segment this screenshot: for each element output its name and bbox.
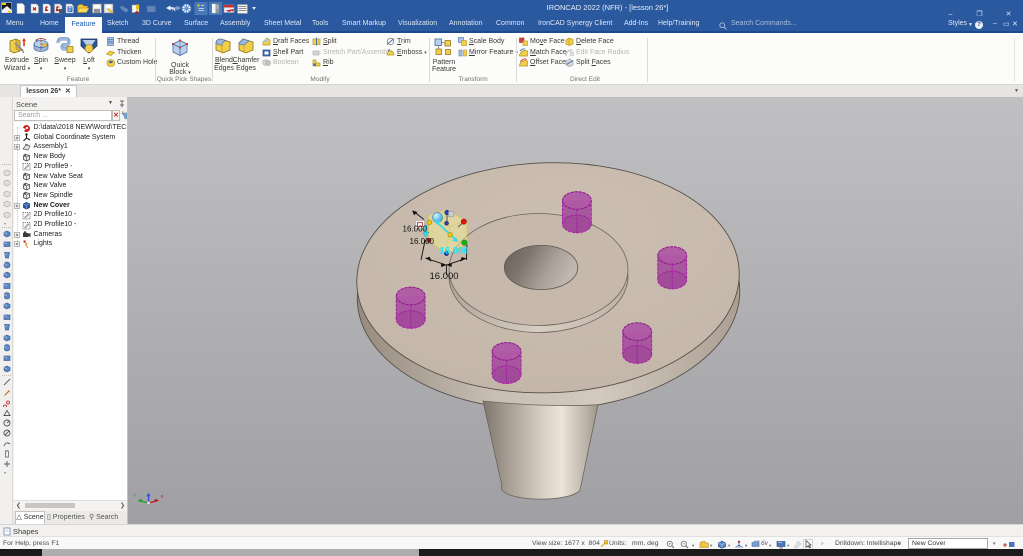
svg-text:Y: Y — [133, 493, 136, 498]
svg-text:X: X — [161, 494, 164, 499]
svg-text:16.000: 16.000 — [403, 225, 428, 234]
svg-text:16.000: 16.000 — [410, 237, 435, 246]
svg-text:16.000: 16.000 — [430, 271, 459, 282]
svg-text:16.000: 16.000 — [440, 246, 469, 257]
